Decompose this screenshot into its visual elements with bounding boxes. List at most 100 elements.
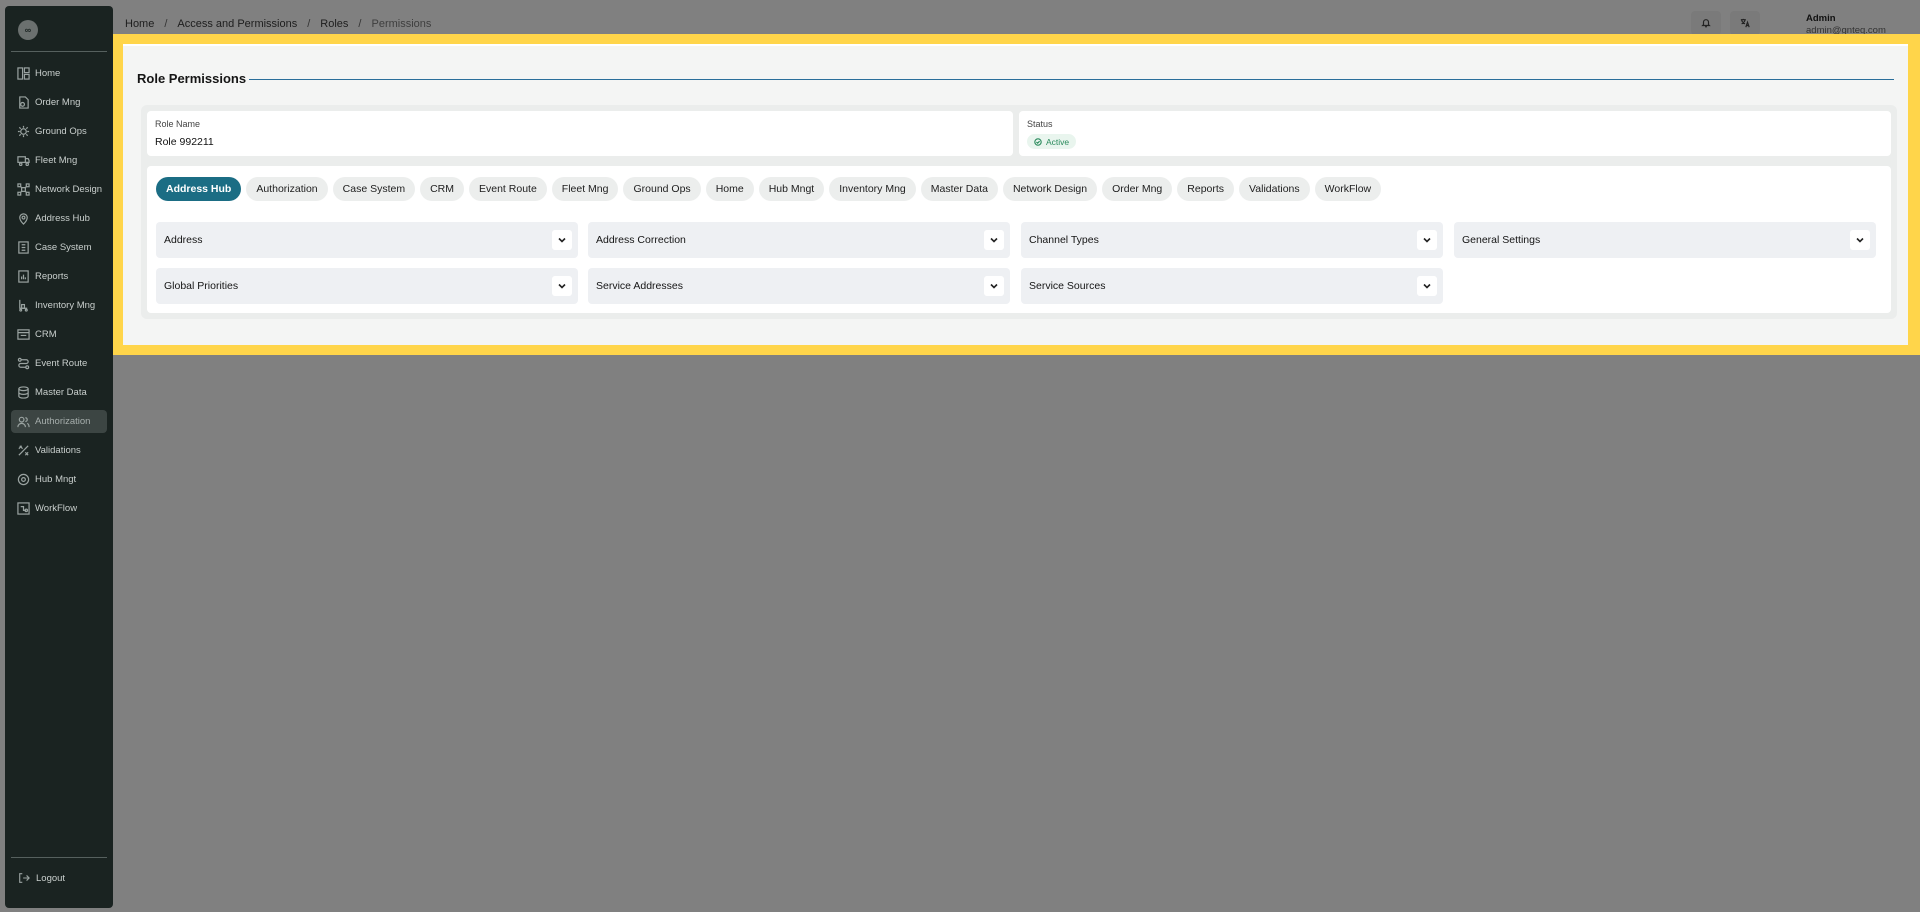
sidebar-item-hub-mngt[interactable]: Hub Mngt xyxy=(11,468,107,491)
sidebar-item-order-mng[interactable]: Order Mng xyxy=(11,91,107,114)
role-name-label: Role Name xyxy=(155,119,201,129)
accordion-label: Service Addresses xyxy=(596,280,683,292)
sidebar-item-label: Authorization xyxy=(35,416,91,427)
tab-order-mng[interactable]: Order Mng xyxy=(1102,177,1173,201)
status-badge: Active xyxy=(1027,134,1077,149)
tab-network-design[interactable]: Network Design xyxy=(1002,177,1098,201)
accordion-service-addresses[interactable]: Service Addresses xyxy=(588,268,1010,304)
tab-workflow[interactable]: WorkFlow xyxy=(1314,177,1382,201)
tab-inventory-mng[interactable]: Inventory Mng xyxy=(829,177,916,201)
chevron-down-icon[interactable] xyxy=(552,276,572,296)
sidebar-item-label: Master Data xyxy=(35,387,87,398)
sidebar-item-workflow[interactable]: WorkFlow xyxy=(11,497,107,520)
users-icon xyxy=(17,415,30,428)
tab-home[interactable]: Home xyxy=(705,177,754,201)
breadcrumb-home[interactable]: Home xyxy=(125,18,154,30)
sidebar-item-label: Address Hub xyxy=(35,213,90,224)
title-divider xyxy=(249,79,1894,80)
accordion-label: General Settings xyxy=(1462,234,1541,246)
tab-crm[interactable]: CRM xyxy=(420,177,464,201)
chevron-down-icon[interactable] xyxy=(1417,276,1437,296)
sidebar-item-label: WorkFlow xyxy=(35,503,78,514)
crm-icon xyxy=(17,328,30,341)
translate-icon xyxy=(1740,18,1750,28)
tab-ground-ops[interactable]: Ground Ops xyxy=(623,177,701,201)
module-tabs: Address Hub Authorization Case System CR… xyxy=(156,177,1382,201)
sidebar-item-address-hub[interactable]: Address Hub xyxy=(11,207,107,230)
logout-button[interactable]: Logout xyxy=(18,872,65,884)
sidebar-item-label: CRM xyxy=(35,329,57,340)
inventory-icon xyxy=(17,299,30,312)
truck-icon xyxy=(17,154,30,167)
sidebar-item-crm[interactable]: CRM xyxy=(11,323,107,346)
chevron-down-icon[interactable] xyxy=(1417,230,1437,250)
tab-authorization[interactable]: Authorization xyxy=(246,177,328,201)
tab-hub-mngt[interactable]: Hub Mngt xyxy=(758,177,825,201)
reports-icon xyxy=(17,270,30,283)
sidebar-item-home[interactable]: Home xyxy=(11,62,107,85)
sidebar-item-label: Network Design xyxy=(35,184,103,195)
tab-validations[interactable]: Validations xyxy=(1239,177,1310,201)
sidebar-nav: Home Order Mng Ground Ops Fleet Mng Netw… xyxy=(11,62,107,526)
sidebar-item-label: Event Route xyxy=(35,358,88,369)
sidebar-item-case-system[interactable]: Case System xyxy=(11,236,107,259)
home-icon xyxy=(17,67,30,80)
sidebar-item-label: Case System xyxy=(35,242,92,253)
breadcrumb-separator: / xyxy=(358,18,362,30)
breadcrumb-roles[interactable]: Roles xyxy=(320,18,348,30)
route-icon xyxy=(17,357,30,370)
chevron-down-icon[interactable] xyxy=(984,276,1004,296)
sidebar-item-label: Inventory Mng xyxy=(35,300,96,311)
accordion-channel-types[interactable]: Channel Types xyxy=(1021,222,1443,258)
accordion-address[interactable]: Address xyxy=(156,222,578,258)
database-icon xyxy=(17,386,30,399)
permissions-card: Address Hub Authorization Case System CR… xyxy=(147,166,1891,313)
sidebar-item-reports[interactable]: Reports xyxy=(11,265,107,288)
sidebar-item-fleet-mng[interactable]: Fleet Mng xyxy=(11,149,107,172)
sidebar-item-label: Ground Ops xyxy=(35,126,87,137)
hub-icon xyxy=(17,473,30,486)
tab-event-route[interactable]: Event Route xyxy=(469,177,547,201)
accordion-global-priorities[interactable]: Global Priorities xyxy=(156,268,578,304)
location-icon xyxy=(17,212,30,225)
chevron-down-icon[interactable] xyxy=(552,230,572,250)
chevron-down-icon[interactable] xyxy=(984,230,1004,250)
accordion-service-sources[interactable]: Service Sources xyxy=(1021,268,1443,304)
sidebar-divider xyxy=(11,857,107,858)
bell-icon xyxy=(1701,19,1711,28)
breadcrumb-current: Permissions xyxy=(371,18,432,30)
tab-fleet-mng[interactable]: Fleet Mng xyxy=(551,177,619,201)
role-name-card: Role Name Role 992211 xyxy=(147,111,1013,156)
accordion-address-correction[interactable]: Address Correction xyxy=(588,222,1010,258)
sidebar-item-event-route[interactable]: Event Route xyxy=(11,352,107,375)
chevron-down-icon[interactable] xyxy=(1850,230,1870,250)
logo-icon[interactable]: ∞ xyxy=(18,20,38,40)
sidebar-item-master-data[interactable]: Master Data xyxy=(11,381,107,404)
accordion-label: Address Correction xyxy=(596,234,686,246)
sidebar: ∞ Home Order Mng Ground Ops Fleet Mng Ne… xyxy=(5,6,113,908)
notifications-button[interactable] xyxy=(1691,11,1721,35)
status-card: Status Active xyxy=(1019,111,1891,156)
sidebar-item-label: Validations xyxy=(35,445,81,456)
validations-icon xyxy=(17,444,30,457)
sidebar-item-inventory-mng[interactable]: Inventory Mng xyxy=(11,294,107,317)
accordion-general-settings[interactable]: General Settings xyxy=(1454,222,1876,258)
role-permissions-panel: Role Permissions Role Name Role 992211 S… xyxy=(123,44,1908,345)
sidebar-item-ground-ops[interactable]: Ground Ops xyxy=(11,120,107,143)
sidebar-item-network-design[interactable]: Network Design xyxy=(11,178,107,201)
tab-reports[interactable]: Reports xyxy=(1177,177,1235,201)
sidebar-item-validations[interactable]: Validations xyxy=(11,439,107,462)
sidebar-item-authorization[interactable]: Authorization xyxy=(11,410,107,433)
accordion-label: Global Priorities xyxy=(164,280,239,292)
case-icon xyxy=(17,241,30,254)
sidebar-item-label: Fleet Mng xyxy=(35,155,78,166)
accordion-label: Service Sources xyxy=(1029,280,1106,292)
breadcrumb-access-permissions[interactable]: Access and Permissions xyxy=(177,18,297,30)
workflow-icon xyxy=(17,502,30,515)
tab-address-hub[interactable]: Address Hub xyxy=(156,177,242,201)
role-name-value: Role 992211 xyxy=(155,136,214,148)
tab-master-data[interactable]: Master Data xyxy=(920,177,998,201)
tab-case-system[interactable]: Case System xyxy=(332,177,416,201)
language-button[interactable] xyxy=(1730,11,1760,35)
ground-ops-icon xyxy=(17,125,30,138)
